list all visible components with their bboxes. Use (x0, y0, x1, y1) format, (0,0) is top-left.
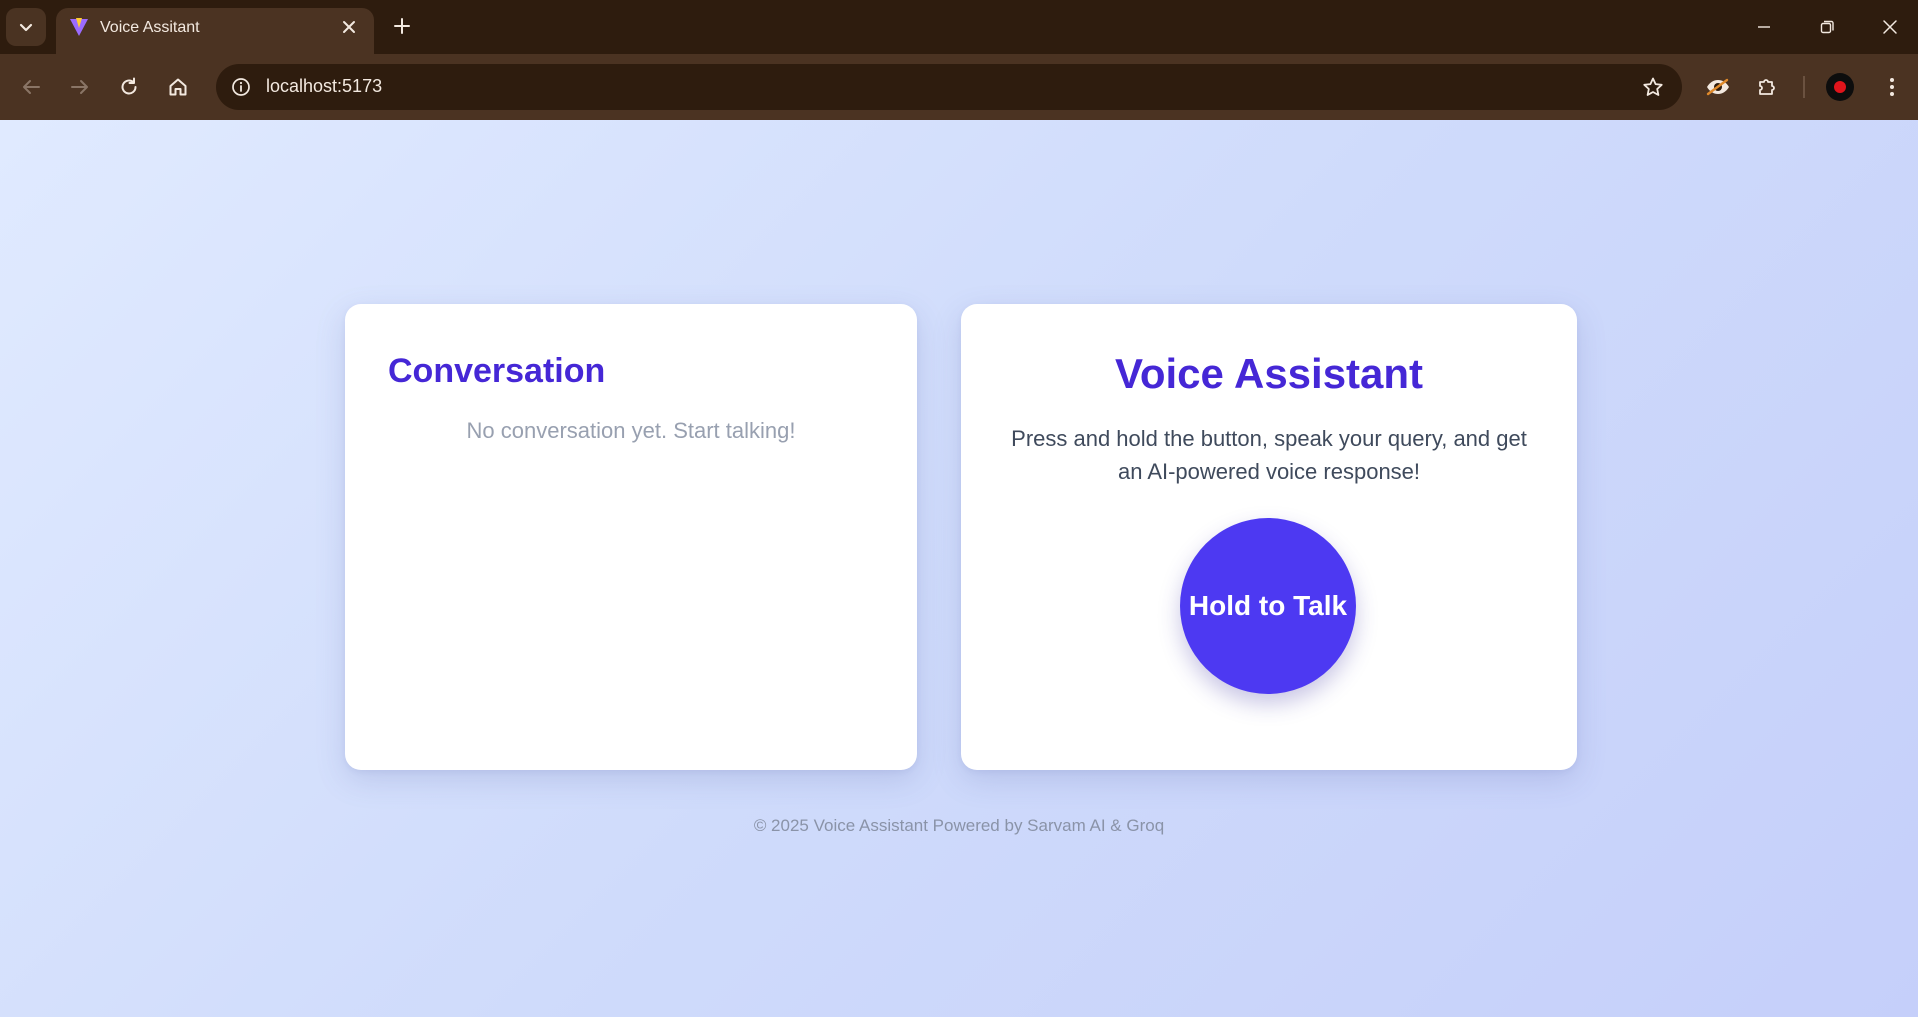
info-icon (232, 78, 250, 96)
restore-button[interactable] (1807, 10, 1847, 44)
hold-to-talk-button[interactable]: Hold to Talk (1180, 518, 1356, 694)
plus-icon (394, 18, 410, 34)
site-info-button[interactable] (226, 72, 256, 102)
star-icon (1643, 77, 1663, 96)
minimize-button[interactable] (1744, 10, 1784, 44)
arrow-right-icon (71, 80, 88, 94)
toolbar-separator (1803, 76, 1805, 98)
conversation-title: Conversation (388, 352, 606, 390)
browser-menu-button[interactable] (1872, 67, 1912, 107)
chevron-down-icon (19, 23, 33, 32)
browser-tab-active[interactable]: Voice Assitant (56, 8, 374, 54)
home-button[interactable] (158, 67, 198, 107)
kebab-menu-icon (1890, 78, 1894, 96)
address-url[interactable]: localhost:5173 (266, 76, 382, 97)
page-content: Conversation No conversation yet. Start … (0, 120, 1918, 1017)
tab-close-button[interactable] (338, 16, 360, 38)
profile-avatar[interactable] (1826, 73, 1854, 101)
eye-extension-icon (1706, 78, 1729, 96)
window-close-button[interactable] (1870, 10, 1910, 44)
extension-button[interactable] (1698, 67, 1738, 107)
forward-button[interactable] (60, 67, 100, 107)
arrow-left-icon (23, 80, 40, 94)
avatar-badge (1834, 81, 1846, 93)
puzzle-icon (1759, 79, 1775, 95)
bookmark-button[interactable] (1638, 72, 1668, 102)
conversation-panel: Conversation No conversation yet. Start … (345, 304, 917, 770)
back-button[interactable] (11, 67, 51, 107)
voice-assistant-title: Voice Assistant (1114, 350, 1424, 397)
conversation-empty-message: No conversation yet. Start talking! (466, 418, 796, 443)
reload-button[interactable] (109, 67, 149, 107)
tab-search-button[interactable] (6, 8, 46, 46)
voice-assistant-panel: Voice Assistant Press and hold the butto… (961, 304, 1577, 770)
browser-toolbar: localhost:5173 (0, 54, 1918, 120)
browser-tabstrip: Voice Assitant (0, 0, 1918, 54)
extensions-button[interactable] (1747, 67, 1787, 107)
home-icon (169, 78, 187, 96)
reload-icon (121, 77, 137, 95)
tab-title: Voice Assitant (100, 19, 200, 36)
new-tab-button[interactable] (388, 12, 416, 40)
address-bar[interactable]: localhost:5173 (216, 64, 1682, 110)
close-icon (343, 21, 355, 33)
minimize-icon (1758, 26, 1770, 28)
vite-logo-icon (70, 18, 88, 36)
footer-text: © 2025 Voice Assistant Powered by Sarvam… (753, 816, 1165, 835)
close-icon (1883, 20, 1897, 34)
restore-icon (1820, 20, 1834, 34)
voice-assistant-description: Press and hold the button, speak your qu… (1011, 426, 1527, 484)
